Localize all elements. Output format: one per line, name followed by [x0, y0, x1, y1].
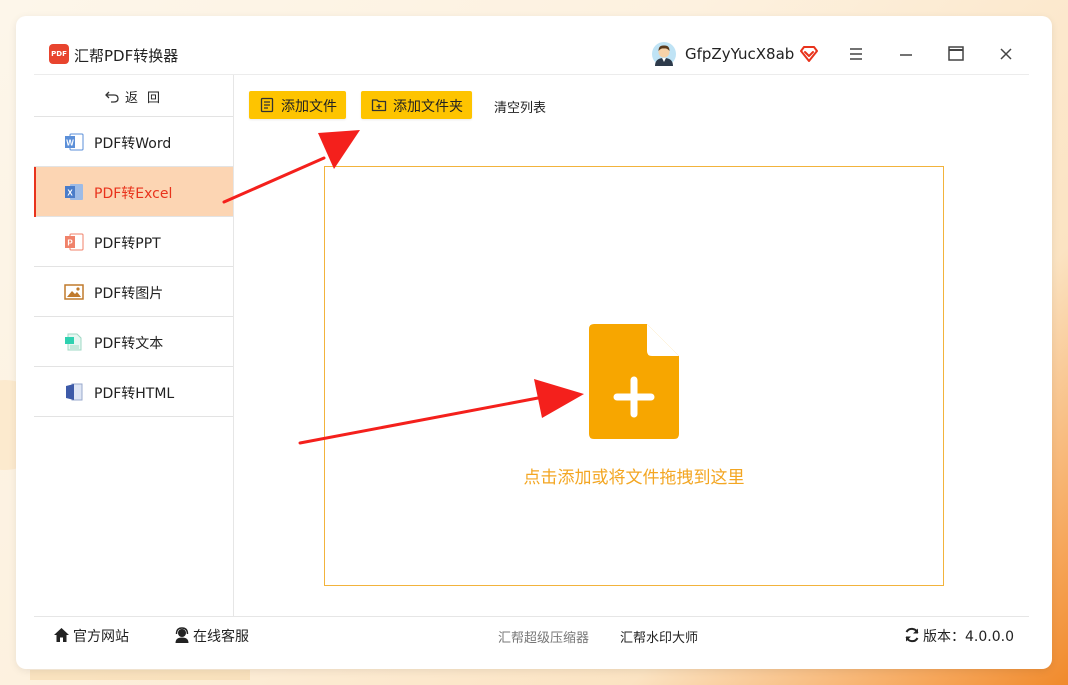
word-icon: W: [65, 133, 84, 151]
close-icon: [1000, 48, 1012, 60]
online-service-label: 在线客服: [193, 629, 249, 645]
sidebar-item-pdf-to-ppt[interactable]: P PDF转PPT: [34, 217, 233, 267]
file-drop-zone[interactable]: 点击添加或将文件拖拽到这里: [324, 166, 944, 586]
add-folder-button[interactable]: 添加文件夹: [361, 91, 472, 119]
add-folder-label: 添加文件夹: [393, 99, 463, 115]
background-decoration: [30, 670, 250, 680]
official-site-link[interactable]: 官方网站: [53, 626, 129, 646]
back-arrow-icon: [105, 91, 119, 103]
hamburger-icon: [850, 48, 862, 60]
app-title: 汇帮PDF转换器: [74, 47, 179, 65]
svg-text:P: P: [67, 239, 73, 248]
add-file-icon: [260, 97, 274, 113]
app-window: PDF 汇帮PDF转换器 GfpZyYucX8ab 返回 W PDF转Word …: [16, 16, 1052, 669]
sidebar-item-label: PDF转HTML: [94, 386, 175, 402]
sidebar-item-pdf-to-word[interactable]: W PDF转Word: [34, 117, 233, 167]
minimize-icon: [900, 54, 912, 56]
maximize-button[interactable]: [944, 42, 968, 66]
app-logo-icon: PDF: [49, 44, 69, 64]
username[interactable]: GfpZyYucX8ab: [685, 45, 794, 63]
back-button[interactable]: 返回: [34, 75, 233, 117]
html-icon: [66, 383, 83, 401]
sidebar-item-pdf-to-text[interactable]: PDF转文本: [34, 317, 233, 367]
ppt-icon: P: [65, 233, 84, 251]
sidebar-item-pdf-to-html[interactable]: PDF转HTML: [34, 367, 233, 417]
vip-diamond-icon[interactable]: [800, 45, 818, 63]
add-document-icon[interactable]: [589, 324, 679, 439]
add-folder-icon: [371, 99, 387, 112]
svg-text:X: X: [67, 189, 73, 198]
official-site-label: 官方网站: [73, 629, 129, 645]
version-label: 版本：4.0.0.0: [923, 629, 1014, 645]
image-icon: [64, 284, 84, 300]
sidebar-item-label: PDF转图片: [94, 286, 164, 302]
clear-list-button[interactable]: 清空列表: [494, 97, 546, 116]
text-icon: [65, 333, 82, 351]
minimize-button[interactable]: [894, 42, 918, 66]
divider: [34, 616, 1029, 617]
promo-watermark-link[interactable]: 汇帮水印大师: [620, 627, 698, 646]
avatar[interactable]: [652, 42, 676, 66]
drop-zone-hint: 点击添加或将文件拖拽到这里: [523, 468, 745, 488]
svg-text:W: W: [66, 139, 74, 148]
home-icon: [54, 628, 69, 642]
maximize-icon: [948, 46, 964, 61]
sidebar-item-pdf-to-image[interactable]: PDF转图片: [34, 267, 233, 317]
version-info[interactable]: 版本：4.0.0.0: [904, 626, 1014, 646]
add-file-label: 添加文件: [281, 99, 337, 115]
customer-service-icon: [175, 627, 189, 643]
excel-icon: X: [65, 184, 83, 200]
sidebar-item-label: PDF转文本: [94, 336, 164, 352]
sidebar-item-pdf-to-excel[interactable]: X PDF转Excel: [34, 167, 233, 217]
sidebar-item-label: PDF转Word: [94, 136, 172, 152]
menu-button[interactable]: [844, 42, 868, 66]
sidebar: 返回 W PDF转Word X PDF转Excel P PDF转PPT PDF转…: [34, 75, 234, 616]
back-label: 返回: [125, 91, 170, 106]
add-file-button[interactable]: 添加文件: [249, 91, 346, 119]
close-button[interactable]: [994, 42, 1018, 66]
sidebar-item-label: PDF转Excel: [94, 186, 173, 202]
online-service-link[interactable]: 在线客服: [174, 626, 249, 646]
refresh-icon: [905, 627, 919, 643]
title-bar: PDF 汇帮PDF转换器 GfpZyYucX8ab: [16, 16, 1052, 74]
promo-compressor-link[interactable]: 汇帮超级压缩器: [498, 627, 589, 646]
sidebar-item-label: PDF转PPT: [94, 236, 161, 252]
